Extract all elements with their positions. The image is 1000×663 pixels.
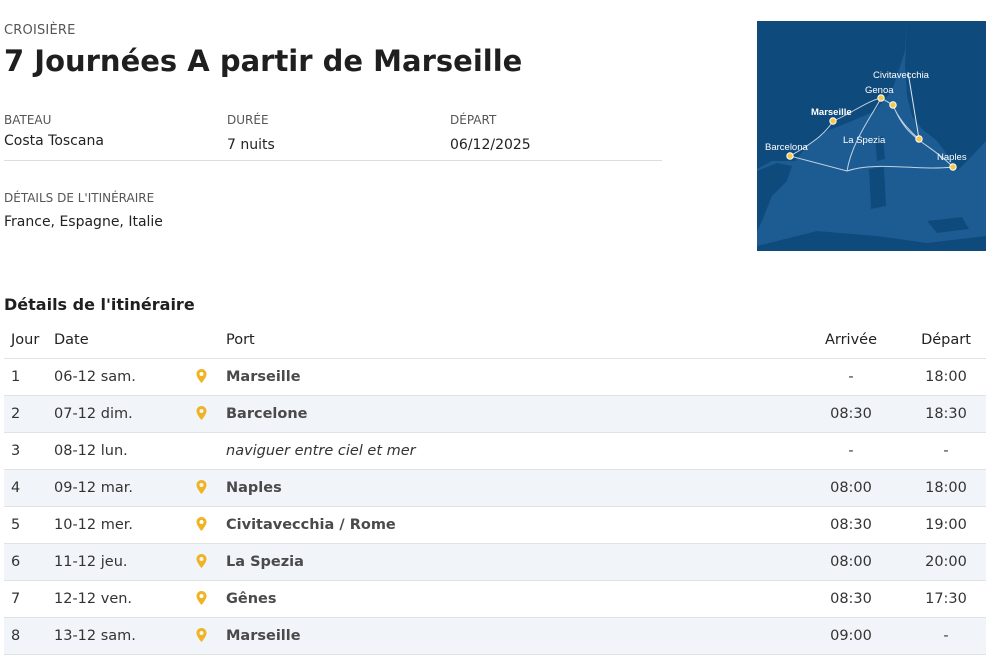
row-departure: - bbox=[906, 432, 986, 470]
row-arrival: 09:00 bbox=[796, 617, 906, 655]
table-row: 6 11-12 jeu. La Spezia 08:00 20:00 bbox=[4, 543, 986, 581]
duration-label: DURÉE bbox=[227, 113, 269, 127]
row-pin bbox=[196, 395, 226, 433]
row-day: 2 bbox=[4, 395, 54, 433]
departure-label: DÉPART bbox=[450, 113, 497, 127]
map-label-naples: Naples bbox=[937, 152, 967, 163]
ship-label: BATEAU bbox=[4, 113, 52, 127]
header-day: Jour bbox=[4, 321, 54, 359]
row-arrival: 08:00 bbox=[796, 469, 906, 507]
row-pin bbox=[196, 506, 226, 544]
table-row: 8 13-12 sam. Marseille 09:00 - bbox=[4, 617, 986, 655]
page-title: 7 Journées A partir de Marseille bbox=[4, 44, 523, 78]
row-day: 6 bbox=[4, 543, 54, 581]
header-port: Port bbox=[226, 321, 796, 359]
cruise-eyebrow: CROISIÈRE bbox=[4, 23, 76, 38]
row-date: 08-12 lun. bbox=[54, 432, 196, 470]
row-date: 09-12 mar. bbox=[54, 469, 196, 507]
row-arrival: - bbox=[796, 358, 906, 396]
itinerary-map[interactable]: Civitavecchia Genoa Marseille La Spezia … bbox=[757, 21, 986, 251]
header-pin-spacer bbox=[196, 321, 226, 359]
map-label-marseille: Marseille bbox=[811, 107, 852, 118]
itinerary-table: Jour Date Port Arrivée Départ 1 06-12 sa… bbox=[4, 321, 986, 655]
row-day: 4 bbox=[4, 469, 54, 507]
row-date: 10-12 mer. bbox=[54, 506, 196, 544]
row-port[interactable]: La Spezia bbox=[226, 543, 796, 581]
location-pin-icon bbox=[196, 480, 207, 494]
row-day: 8 bbox=[4, 617, 54, 655]
map-dot-marseille bbox=[829, 117, 837, 125]
location-pin-icon bbox=[196, 369, 207, 383]
row-date: 12-12 ven. bbox=[54, 580, 196, 618]
location-pin-icon bbox=[196, 591, 207, 605]
header-departure: Départ bbox=[906, 321, 986, 359]
row-pin-empty bbox=[196, 432, 226, 470]
location-pin-icon bbox=[196, 628, 207, 642]
table-row: 4 09-12 mar. Naples 08:00 18:00 bbox=[4, 469, 986, 507]
row-departure: 18:00 bbox=[906, 358, 986, 396]
row-date: 07-12 dim. bbox=[54, 395, 196, 433]
map-label-civitavecchia: Civitavecchia bbox=[873, 70, 930, 81]
row-port[interactable]: Marseille bbox=[226, 358, 796, 396]
table-row: 2 07-12 dim. Barcelone 08:30 18:30 bbox=[4, 395, 986, 433]
row-pin bbox=[196, 580, 226, 618]
row-departure: 19:00 bbox=[906, 506, 986, 544]
map-land-sardinia bbox=[869, 167, 886, 209]
map-dot-la-spezia bbox=[889, 101, 897, 109]
map-graphic: Civitavecchia Genoa Marseille La Spezia … bbox=[757, 21, 986, 251]
row-departure: 18:00 bbox=[906, 469, 986, 507]
row-date: 11-12 jeu. bbox=[54, 543, 196, 581]
row-arrival: 08:30 bbox=[796, 395, 906, 433]
row-day: 7 bbox=[4, 580, 54, 618]
table-row: 3 08-12 lun. naviguer entre ciel et mer … bbox=[4, 432, 986, 470]
map-dot-naples bbox=[949, 163, 957, 171]
meta-divider bbox=[4, 160, 662, 161]
row-port[interactable]: Naples bbox=[226, 469, 796, 507]
map-dot-civitavecchia bbox=[915, 135, 923, 143]
table-row: 7 12-12 ven. Gênes 08:30 17:30 bbox=[4, 580, 986, 618]
row-departure: 20:00 bbox=[906, 543, 986, 581]
row-pin bbox=[196, 617, 226, 655]
map-label-la-spezia: La Spezia bbox=[843, 135, 886, 146]
ship-value: Costa Toscana bbox=[4, 133, 104, 149]
row-pin bbox=[196, 469, 226, 507]
row-day: 3 bbox=[4, 432, 54, 470]
row-port[interactable]: Marseille bbox=[226, 617, 796, 655]
itinerary-section-title: Détails de l'itinéraire bbox=[4, 295, 195, 314]
location-pin-icon bbox=[196, 517, 207, 531]
row-date: 06-12 sam. bbox=[54, 358, 196, 396]
map-label-barcelona: Barcelona bbox=[765, 142, 808, 153]
row-port[interactable]: Barcelone bbox=[226, 395, 796, 433]
row-arrival: - bbox=[796, 432, 906, 470]
row-arrival: 08:00 bbox=[796, 543, 906, 581]
duration-value: 7 nuits bbox=[227, 137, 275, 153]
departure-value: 06/12/2025 bbox=[450, 137, 531, 153]
header-date: Date bbox=[54, 321, 196, 359]
row-departure: - bbox=[906, 617, 986, 655]
map-label-genoa: Genoa bbox=[865, 85, 894, 96]
row-port[interactable]: Civitavecchia / Rome bbox=[226, 506, 796, 544]
row-day: 1 bbox=[4, 358, 54, 396]
row-arrival: 08:30 bbox=[796, 580, 906, 618]
row-day: 5 bbox=[4, 506, 54, 544]
header-arrival: Arrivée bbox=[796, 321, 906, 359]
map-dot-barcelona bbox=[786, 152, 794, 160]
table-row: 5 10-12 mer. Civitavecchia / Rome 08:30 … bbox=[4, 506, 986, 544]
location-pin-icon bbox=[196, 554, 207, 568]
row-pin bbox=[196, 543, 226, 581]
row-arrival: 08:30 bbox=[796, 506, 906, 544]
itinerary-value: France, Espagne, Italie bbox=[4, 214, 163, 230]
row-departure: 18:30 bbox=[906, 395, 986, 433]
row-pin bbox=[196, 358, 226, 396]
table-row: 1 06-12 sam. Marseille - 18:00 bbox=[4, 358, 986, 396]
row-date: 13-12 sam. bbox=[54, 617, 196, 655]
itinerary-label: DÉTAILS DE L'ITINÉRAIRE bbox=[4, 191, 155, 205]
row-port[interactable]: Gênes bbox=[226, 580, 796, 618]
table-header-row: Jour Date Port Arrivée Départ bbox=[4, 321, 986, 359]
row-departure: 17:30 bbox=[906, 580, 986, 618]
location-pin-icon bbox=[196, 406, 207, 420]
row-port: naviguer entre ciel et mer bbox=[226, 432, 796, 470]
